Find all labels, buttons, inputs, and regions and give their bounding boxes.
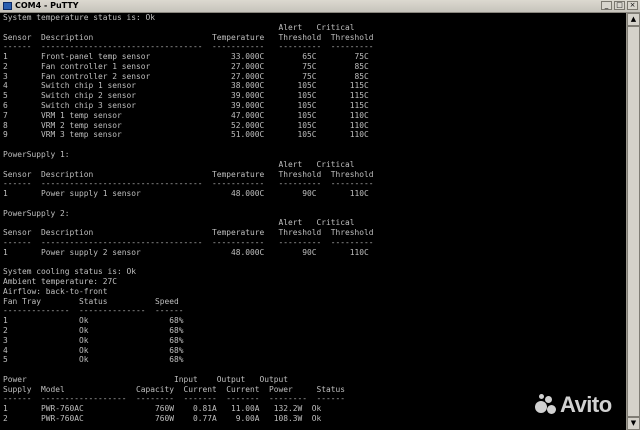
terminal-line: Airflow: back-to-front — [3, 286, 108, 296]
avito-watermark: Avito — [534, 392, 612, 418]
terminal-line: ------ ---------------------------------… — [3, 237, 374, 247]
terminal-line: 7 VRM 1 temp sensor 47.000C 105C 110C — [3, 110, 369, 120]
terminal-line: Sensor Description Temperature Threshold… — [3, 228, 374, 238]
terminal-line: ------ ---------------------------------… — [3, 42, 374, 52]
terminal-line: 1 PWR-760AC 760W 0.81A 11.00A 132.2W Ok — [3, 404, 322, 414]
minimize-button[interactable]: _ — [601, 1, 612, 10]
vertical-scrollbar[interactable]: ▲ ▼ — [626, 13, 640, 430]
close-button[interactable]: × — [627, 1, 638, 10]
terminal-line: PowerSupply 1: — [3, 149, 70, 159]
terminal-line: ------ ---------------------------------… — [3, 179, 374, 189]
terminal-line: 1 Power supply 2 sensor 48.000C 90C 110C — [3, 247, 369, 257]
terminal-output[interactable]: System temperature status is: Ok Alert C… — [3, 13, 623, 428]
scrollbar-thumb[interactable] — [627, 26, 640, 417]
terminal-line: 1 Power supply 1 sensor 48.000C 90C 110C — [3, 189, 369, 199]
terminal-line: 3 Fan controller 2 sensor 27.000C 75C 85… — [3, 71, 369, 81]
terminal-line: 2 PWR-760AC 760W 0.77A 9.00A 108.3W Ok — [3, 414, 322, 424]
terminal-text: System temperature status is: Ok Alert C… — [3, 13, 623, 424]
terminal-line: 8 VRM 2 temp sensor 52.000C 105C 110C — [3, 120, 369, 130]
terminal-line: 9 VRM 3 temp sensor 51.000C 105C 110C — [3, 130, 369, 140]
putty-icon — [3, 2, 12, 10]
terminal-line: 4 Ok 68% — [3, 345, 184, 355]
terminal-line: ------ ------------------ -------- -----… — [3, 394, 346, 404]
terminal-line: Alert Critical — [3, 22, 355, 32]
terminal-line: Ambient temperature: 27C — [3, 277, 118, 287]
terminal-line: 5 Switch chip 2 sensor 39.000C 105C 115C — [3, 91, 369, 101]
terminal-line: 3 Ok 68% — [3, 335, 184, 345]
terminal-line: 5 Ok 68% — [3, 355, 184, 365]
terminal-line: System cooling status is: Ok — [3, 267, 137, 277]
terminal-line: 6 Switch chip 3 sensor 39.000C 105C 115C — [3, 101, 369, 111]
window-controls: _ □ × — [601, 1, 638, 10]
terminal-line: 2 Ok 68% — [3, 326, 184, 335]
terminal-line: Alert Critical — [3, 218, 355, 228]
terminal-line: Fan Tray Status Speed — [3, 296, 179, 306]
scroll-up-arrow-icon[interactable]: ▲ — [627, 13, 640, 26]
terminal-line: 2 Fan controller 1 sensor 27.000C 75C 85… — [3, 61, 369, 71]
title-bar[interactable]: COM4 - PuTTY _ □ × — [0, 0, 640, 13]
terminal-line: System temperature status is: Ok — [3, 13, 156, 22]
terminal-line: -------------- -------------- ------ — [3, 306, 184, 316]
terminal-line: 1 Ok 68% — [3, 316, 184, 326]
maximize-button[interactable]: □ — [614, 1, 625, 10]
watermark-text: Avito — [560, 392, 612, 417]
terminal-line: PowerSupply 2: — [3, 208, 70, 218]
scroll-down-arrow-icon[interactable]: ▼ — [627, 417, 640, 430]
terminal-line: 1 Front-panel temp sensor 33.000C 65C 75… — [3, 52, 369, 62]
terminal-line: 4 Switch chip 1 sensor 38.000C 105C 115C — [3, 81, 369, 91]
terminal-line: Sensor Description Temperature Threshold… — [3, 32, 374, 42]
terminal-line: Alert Critical — [3, 159, 355, 169]
terminal-line: Sensor Description Temperature Threshold… — [3, 169, 374, 179]
avito-logo-icon — [534, 393, 558, 417]
window-title: COM4 - PuTTY — [15, 1, 79, 10]
terminal-line: Supply Model Capacity Current Current Po… — [3, 384, 346, 394]
terminal-line: Power Input Output Output — [3, 374, 289, 384]
